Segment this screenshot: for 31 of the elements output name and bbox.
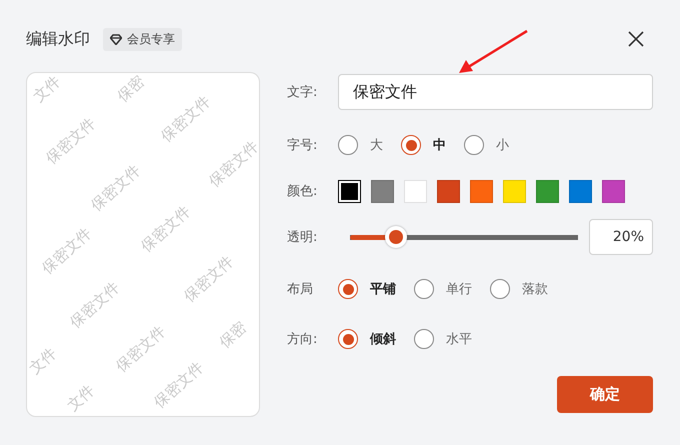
confirm-button[interactable]: 确定 xyxy=(557,376,653,413)
radio-button[interactable] xyxy=(338,135,358,155)
diamond-icon xyxy=(110,34,122,44)
field-label: 布局 xyxy=(287,281,314,298)
opacity-value-field[interactable]: 20% xyxy=(589,219,653,255)
member-badge: 会员专享 xyxy=(103,28,182,50)
radio-button[interactable] xyxy=(414,279,434,299)
slider-thumb[interactable] xyxy=(384,226,407,248)
dialog-title: 编辑水印 xyxy=(26,28,90,50)
close-icon[interactable] xyxy=(627,30,645,48)
radio-option[interactable]: 小 xyxy=(464,135,509,155)
text-input-field[interactable]: 保密文件 xyxy=(338,74,653,110)
radio-option[interactable]: 水平 xyxy=(414,329,472,349)
radio-button[interactable] xyxy=(338,279,358,299)
radio-button[interactable] xyxy=(338,329,358,349)
radio-button[interactable] xyxy=(414,329,434,349)
field-label: 颜色: xyxy=(287,183,318,200)
radio-button[interactable] xyxy=(401,135,421,155)
color-swatch[interactable] xyxy=(338,180,361,202)
field-label: 文字: xyxy=(287,84,318,101)
radio-option[interactable]: 中 xyxy=(401,135,446,155)
radio-option[interactable]: 大 xyxy=(338,135,383,155)
radio-option[interactable]: 倾斜 xyxy=(338,329,396,349)
radio-option[interactable]: 平铺 xyxy=(338,279,396,299)
radio-button[interactable] xyxy=(490,279,510,299)
field-label: 透明: xyxy=(287,229,318,246)
field-label: 字号: xyxy=(287,137,318,154)
radio-button[interactable] xyxy=(464,135,484,155)
field-label: 方向: xyxy=(287,331,318,348)
radio-option[interactable]: 落款 xyxy=(490,279,548,299)
radio-option[interactable]: 单行 xyxy=(414,279,472,299)
